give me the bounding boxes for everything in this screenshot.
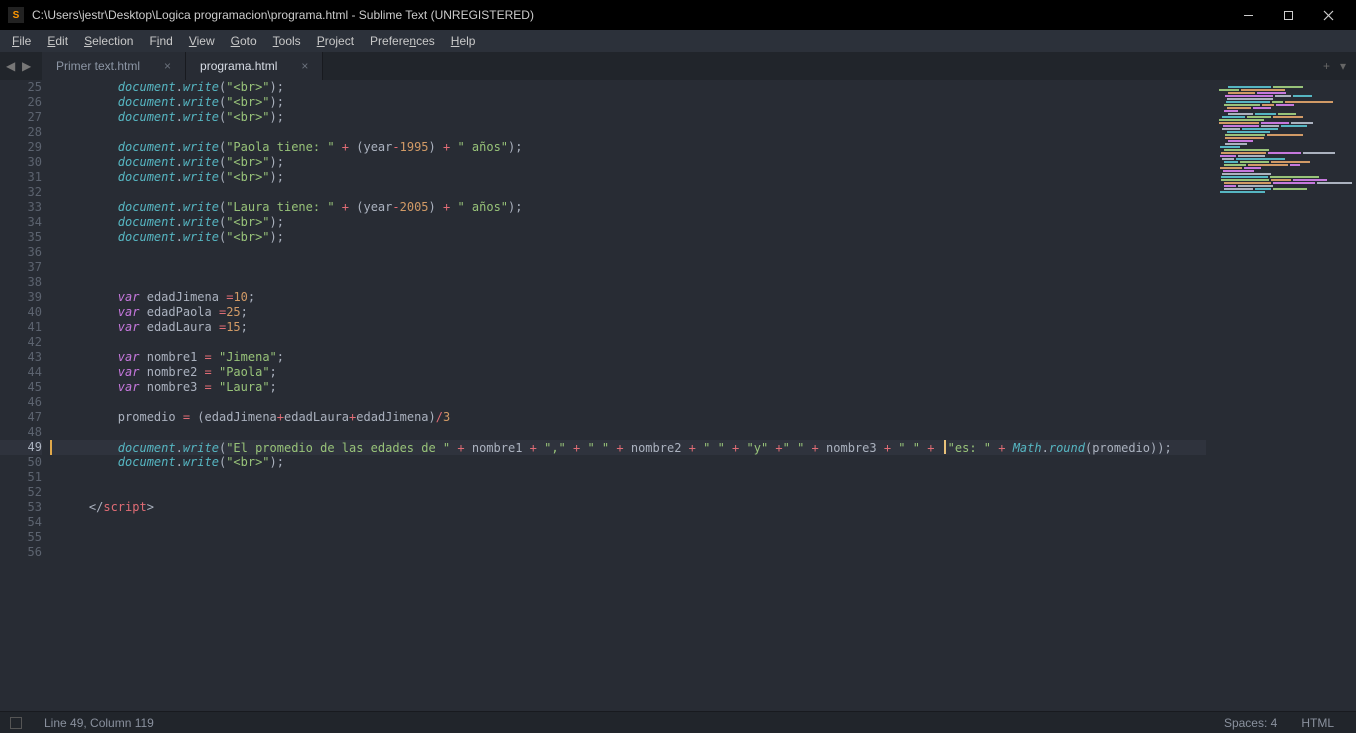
code-line[interactable]: document.write("<br>"); — [50, 95, 1356, 110]
maximize-button[interactable] — [1268, 1, 1308, 29]
code-line[interactable] — [50, 515, 1356, 530]
menubar: File Edit Selection Find View Goto Tools… — [0, 30, 1356, 52]
code-line[interactable] — [50, 485, 1356, 500]
code-line[interactable] — [50, 530, 1356, 545]
code-line[interactable] — [50, 425, 1356, 440]
code-line[interactable] — [50, 185, 1356, 200]
menu-selection[interactable]: Selection — [76, 32, 141, 50]
nav-back-icon[interactable]: ◀ — [6, 59, 20, 73]
tab-label: Primer text.html — [56, 59, 140, 73]
app-logo-icon: S — [8, 7, 24, 23]
menu-help[interactable]: Help — [443, 32, 484, 50]
status-position[interactable]: Line 49, Column 119 — [32, 716, 166, 730]
code-line[interactable]: document.write("<br>"); — [50, 155, 1356, 170]
gutter: 2526272829303132333435363738394041424344… — [0, 80, 50, 711]
code-line[interactable]: var nombre3 = "Laura"; — [50, 380, 1356, 395]
menu-edit[interactable]: Edit — [39, 32, 76, 50]
tab-menu-icon[interactable]: ▾ — [1340, 59, 1346, 73]
menu-find[interactable]: Find — [141, 32, 180, 50]
code-line[interactable] — [50, 545, 1356, 560]
code-line[interactable]: var edadPaola =25; — [50, 305, 1356, 320]
menu-project[interactable]: Project — [309, 32, 362, 50]
tab-programa[interactable]: programa.html × — [186, 52, 323, 80]
menu-goto[interactable]: Goto — [223, 32, 265, 50]
code-line[interactable]: document.write("<br>"); — [50, 170, 1356, 185]
code-line[interactable] — [50, 245, 1356, 260]
minimize-button[interactable] — [1228, 1, 1268, 29]
menu-file[interactable]: File — [4, 32, 39, 50]
nav-forward-icon[interactable]: ▶ — [22, 59, 36, 73]
code-line[interactable]: document.write("<br>"); — [50, 110, 1356, 125]
code-line[interactable]: document.write("<br>"); — [50, 80, 1356, 95]
code-line[interactable] — [50, 275, 1356, 290]
menu-tools[interactable]: Tools — [265, 32, 309, 50]
tab-label: programa.html — [200, 59, 277, 73]
code-line[interactable] — [50, 395, 1356, 410]
code-line[interactable]: document.write("El promedio de las edade… — [50, 440, 1356, 455]
code-line[interactable]: document.write("<br>"); — [50, 455, 1356, 470]
new-tab-icon[interactable]: + — [1323, 59, 1330, 73]
tab-close-icon[interactable]: × — [301, 59, 308, 73]
titlebar: S C:\Users\jestr\Desktop\Logica programa… — [0, 0, 1356, 30]
editor[interactable]: 2526272829303132333435363738394041424344… — [0, 80, 1356, 711]
code-line[interactable]: document.write("<br>"); — [50, 230, 1356, 245]
code-line[interactable]: document.write("<br>"); — [50, 215, 1356, 230]
menu-view[interactable]: View — [181, 32, 223, 50]
tabbar: ◀ ▶ Primer text.html × programa.html × +… — [0, 52, 1356, 80]
status-syntax[interactable]: HTML — [1289, 716, 1346, 730]
statusbar: Line 49, Column 119 Spaces: 4 HTML — [0, 711, 1356, 733]
code-line[interactable]: var nombre1 = "Jimena"; — [50, 350, 1356, 365]
window-title: C:\Users\jestr\Desktop\Logica programaci… — [32, 8, 1228, 22]
code-line[interactable] — [50, 470, 1356, 485]
code-line[interactable]: var nombre2 = "Paola"; — [50, 365, 1356, 380]
code-line[interactable] — [50, 125, 1356, 140]
status-checkbox-icon[interactable] — [10, 717, 22, 729]
tab-primer-text[interactable]: Primer text.html × — [42, 52, 186, 80]
code-line[interactable]: document.write("Paola tiene: " + (year-1… — [50, 140, 1356, 155]
code-line[interactable]: </script> — [50, 500, 1356, 515]
menu-preferences[interactable]: Preferences — [362, 32, 443, 50]
code-line[interactable]: document.write("Laura tiene: " + (year-2… — [50, 200, 1356, 215]
code-line[interactable] — [50, 260, 1356, 275]
code-area[interactable]: document.write("<br>"); document.write("… — [50, 80, 1356, 711]
status-spaces[interactable]: Spaces: 4 — [1212, 716, 1289, 730]
minimap[interactable] — [1206, 80, 1356, 711]
close-button[interactable] — [1308, 1, 1348, 29]
code-line[interactable] — [50, 335, 1356, 350]
tab-close-icon[interactable]: × — [164, 59, 171, 73]
nav-arrows: ◀ ▶ — [0, 52, 42, 80]
code-line[interactable]: var edadLaura =15; — [50, 320, 1356, 335]
code-line[interactable]: var edadJimena =10; — [50, 290, 1356, 305]
code-line[interactable]: promedio = (edadJimena+edadLaura+edadJim… — [50, 410, 1356, 425]
